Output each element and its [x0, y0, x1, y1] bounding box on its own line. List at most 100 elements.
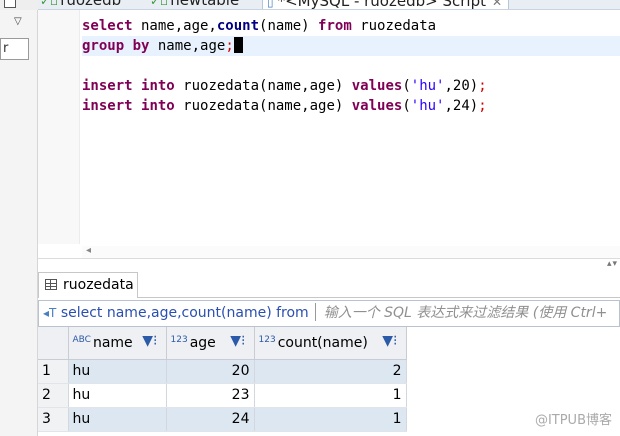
cell-name[interactable]: hu — [68, 383, 167, 408]
code-token: ) — [469, 98, 479, 114]
code-token: 'hu' — [410, 98, 445, 114]
number-type-icon: 123 — [170, 334, 188, 345]
code-token: insert — [82, 98, 133, 114]
text-cursor — [233, 37, 243, 53]
code-line[interactable]: insert into ruozedata(name,age) values('… — [82, 96, 620, 116]
code-token: ruozedata(name,age) — [174, 78, 352, 94]
left-panel-header — [0, 0, 38, 10]
code-token: ; — [225, 38, 234, 54]
code-token: ; — [478, 98, 487, 114]
code-token: name,age — [149, 38, 226, 54]
code-token: ruozedata(name,age) — [174, 98, 352, 114]
code-token: insert — [82, 78, 133, 94]
chevron-down-icon[interactable]: ▽ — [14, 16, 22, 27]
cell-age[interactable]: 23 — [166, 383, 255, 408]
text-type-icon: ABC — [72, 334, 91, 345]
code-token: count — [216, 18, 260, 34]
editor-tab-bar: ✓▫ ruozedb ✓▫ newtable ▯ *<MySQL - ruozedb>… — [38, 0, 620, 10]
left-filter-field[interactable]: r — [0, 38, 29, 60]
cell-age[interactable]: 24 — [166, 407, 255, 432]
code-token: ; — [478, 78, 487, 94]
horizontal-scrollbar[interactable]: ◂ — [82, 245, 620, 258]
code-token: into — [141, 98, 175, 114]
results-panel: ruozedata ◂T select name,age,count(name)… — [38, 268, 620, 436]
code-token: into — [141, 78, 175, 94]
code-token: from — [318, 18, 352, 34]
sql-filter-icon: ◂T — [43, 306, 57, 320]
row-number: 3 — [38, 407, 69, 432]
code-line[interactable]: group by name,age; — [82, 36, 620, 56]
code-token: , — [444, 98, 453, 114]
code-token: , — [444, 78, 453, 94]
code-token: 20 — [452, 78, 470, 94]
results-filter-bar[interactable]: ◂T select name,age,count(name) from 输入一个 … — [38, 300, 620, 327]
row-number: 1 — [38, 359, 69, 384]
code-line[interactable]: insert into ruozedata(name,age) values('… — [82, 76, 620, 96]
minimize-icon[interactable] — [4, 0, 16, 8]
row-number-header — [38, 327, 69, 360]
filter-query[interactable]: select name,age,count(name) from — [61, 305, 309, 321]
code-token: ( — [402, 98, 411, 114]
cell-count[interactable]: 1 — [254, 407, 407, 432]
scroll-left-icon[interactable]: ◂ — [86, 245, 91, 256]
tab-ruozedb[interactable]: ✓▫ ruozedb — [40, 0, 122, 9]
divider — [138, 297, 620, 298]
code-line[interactable] — [82, 56, 620, 76]
column-label: name — [92, 334, 133, 351]
column-filter-icon[interactable]: ▼⁝ — [230, 333, 245, 349]
column-filter-icon[interactable]: ▼⁝ — [142, 333, 157, 349]
cell-name[interactable]: hu — [68, 407, 167, 432]
column-header-count[interactable]: 123 count(name) ▼⁝ — [254, 327, 407, 360]
results-tab-label: ruozedata — [63, 277, 134, 293]
left-panel: ▽ r — [0, 0, 38, 436]
cell-name[interactable]: hu — [68, 359, 167, 384]
sql-code[interactable]: select name,age,count(name) from ruozeda… — [82, 16, 620, 116]
results-tab[interactable]: ruozedata — [38, 272, 138, 298]
results-grid: ABC name ▼⁝ 123 age ▼⁝ 123 count(name) ▼⁝ 1 hu… — [38, 327, 407, 432]
code-token: 'hu' — [410, 78, 445, 94]
cell-age[interactable]: 20 — [166, 359, 255, 384]
code-token: values — [351, 78, 403, 94]
table-row[interactable]: 2 hu 23 1 — [38, 383, 407, 408]
code-token: ( — [402, 78, 411, 94]
sql-editor[interactable]: select name,age,count(name) from ruozeda… — [38, 10, 620, 258]
code-line[interactable]: select name,age,count(name) from ruozeda… — [82, 16, 620, 36]
code-token: name,age, — [132, 18, 217, 34]
code-token: group — [82, 38, 125, 54]
tab-script[interactable]: ▯ *<MySQL - ruozedb> Script ✕ — [262, 0, 510, 10]
table-row[interactable]: 1 hu 20 2 — [38, 359, 407, 384]
code-token: ) — [469, 78, 479, 94]
cell-count[interactable]: 2 — [254, 359, 407, 384]
code-token: (name) — [259, 18, 319, 34]
code-token: values — [351, 98, 403, 114]
sql-script-icon: ▯ — [267, 0, 274, 9]
table-grid-icon — [45, 279, 57, 290]
watermark: @ITPUB博客 — [534, 413, 612, 428]
tab-label: ruozedb — [60, 0, 122, 9]
divider — [314, 303, 316, 321]
column-header-name[interactable]: ABC name ▼⁝ — [68, 327, 167, 360]
column-filter-icon[interactable]: ▼⁝ — [382, 333, 397, 349]
tab-label: newtable — [170, 0, 240, 9]
cell-count[interactable]: 1 — [254, 383, 407, 408]
tab-newtable[interactable]: ✓▫ newtable — [150, 0, 240, 9]
code-token: 24 — [452, 98, 470, 114]
column-label: age — [189, 334, 216, 351]
column-header-age[interactable]: 123 age ▼⁝ — [166, 327, 255, 360]
sql-check-icon: ✓▫ — [150, 0, 169, 8]
tab-label: *<MySQL - ruozedb> Script — [277, 0, 486, 10]
sql-check-icon: ✓▫ — [40, 0, 59, 8]
table-row[interactable]: 3 hu 24 1 — [38, 407, 407, 432]
close-icon[interactable]: ✕ — [492, 0, 502, 9]
column-label: count(name) — [277, 334, 368, 351]
code-token: by — [132, 38, 150, 54]
number-type-icon: 123 — [258, 334, 276, 345]
code-token: select — [82, 18, 133, 34]
filter-input[interactable]: 输入一个 SQL 表达式来过滤结果 (使用 Ctrl+ — [324, 305, 608, 321]
editor-gutter — [38, 10, 80, 244]
editor-results-sash[interactable]: ▴▾ — [38, 258, 620, 269]
row-number: 2 — [38, 383, 69, 408]
